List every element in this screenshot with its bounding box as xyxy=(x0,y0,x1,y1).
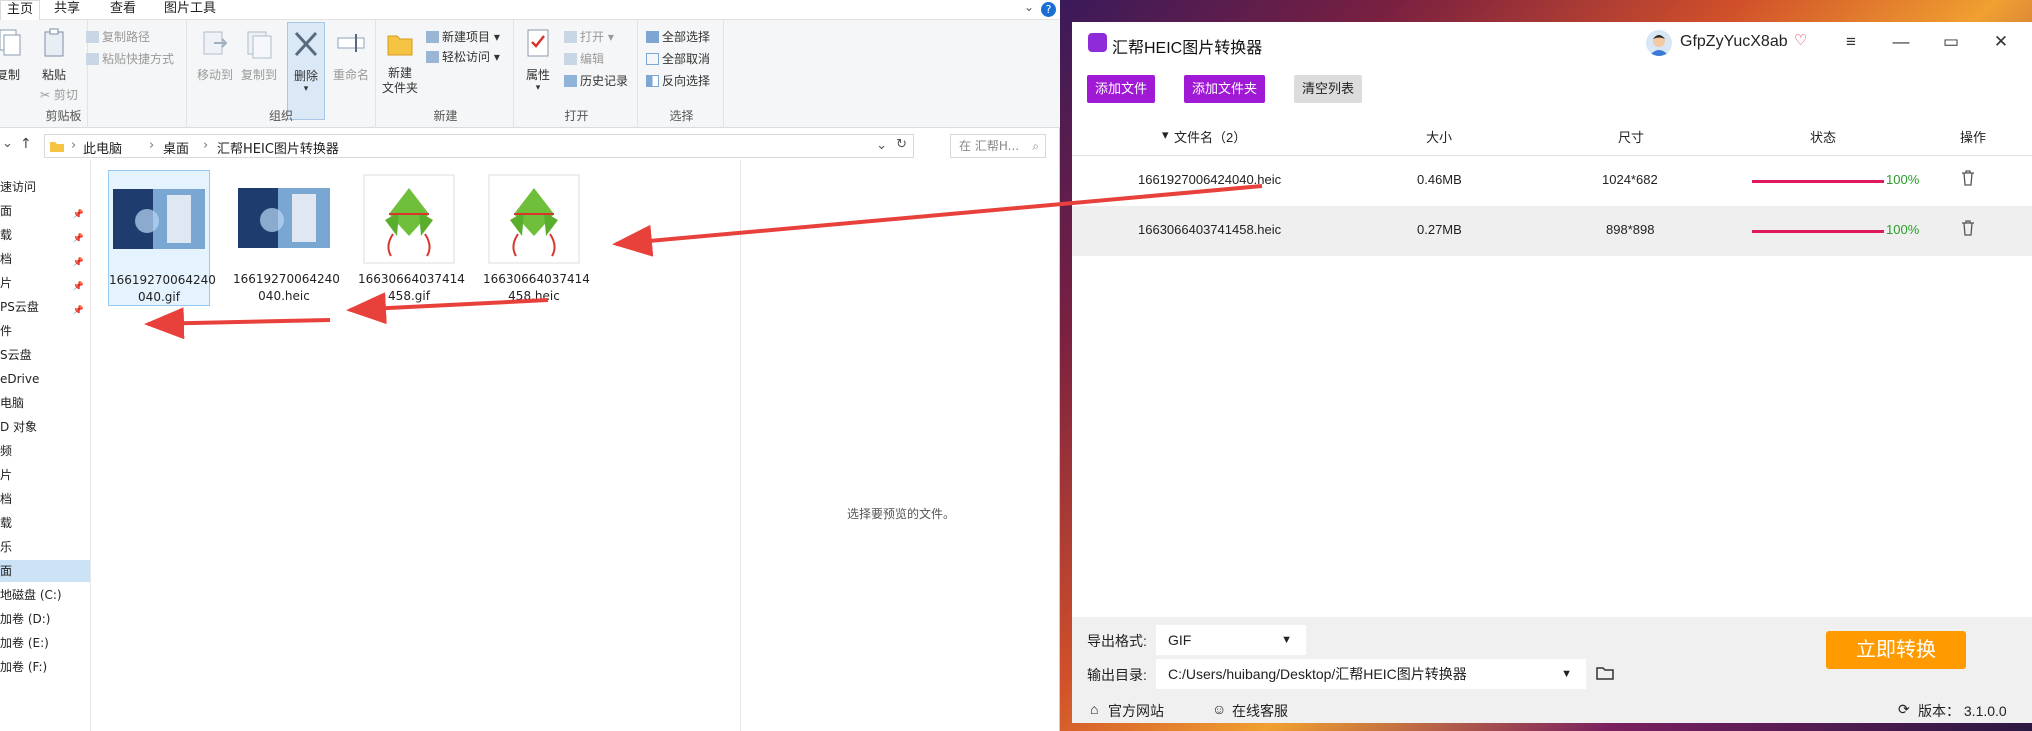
annotation-arrows xyxy=(144,184,1263,340)
arrow-app-to-explorer xyxy=(612,184,1263,257)
arrow-heic-to-gif xyxy=(346,292,549,325)
arrow-heic-to-gif xyxy=(144,307,331,340)
